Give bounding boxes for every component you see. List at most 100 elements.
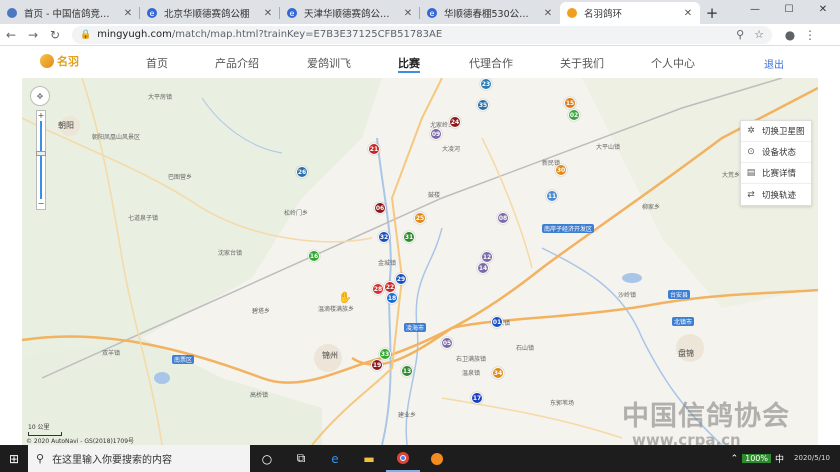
url-path: /match/map.html?trainKey=E7B3E37125CFB51… xyxy=(171,29,443,40)
village-label: 鼓楼 xyxy=(428,192,441,199)
logout-link[interactable]: 退出 xyxy=(764,56,784,71)
village-label: 沈家台镇 xyxy=(218,250,243,257)
tab-close-icon[interactable]: ✕ xyxy=(122,8,134,19)
pigeon-marker[interactable]: 16 xyxy=(308,250,320,262)
pigeon-marker[interactable]: 17 xyxy=(471,392,483,404)
tab-close-icon[interactable]: ✕ xyxy=(402,8,414,19)
switch-track-button[interactable]: ⇄ 切换轨迹 xyxy=(741,184,811,205)
pigeon-marker[interactable]: 33 xyxy=(379,348,391,360)
nav-user-center[interactable]: 个人中心 xyxy=(651,55,695,71)
map-canvas[interactable]: ✥ + − 朝阳 朝阳凤凰山风景区 锦州 凌海市 盘锦 南票区 南岸子经济开发区… xyxy=(22,78,818,445)
pigeon-marker[interactable]: 05 xyxy=(441,337,453,349)
place-beizhen: 北镇市 xyxy=(672,317,695,326)
pigeon-marker[interactable]: 06 xyxy=(374,202,386,214)
pigeon-marker[interactable]: 12 xyxy=(481,251,493,263)
browser-tab-4[interactable]: e 华顺德春棚530公里决赛开 ✕ xyxy=(420,2,560,24)
village-label: 温滴楼满族乡 xyxy=(318,306,355,313)
ie-favicon-icon: e xyxy=(146,7,158,19)
menu-kebab-icon[interactable]: ⋮ xyxy=(800,28,820,42)
browser-tab-3[interactable]: e 天津华顺德赛鸽公棚（春棚） ✕ xyxy=(280,2,420,24)
pigeon-marker[interactable]: 08 xyxy=(497,212,509,224)
pigeon-marker[interactable]: 18 xyxy=(386,292,398,304)
zoom-in-icon[interactable]: + xyxy=(37,112,45,120)
place-chaoyang: 朝阳 xyxy=(58,121,74,130)
place-kaifaqu: 南岸子经济开发区 xyxy=(542,224,595,233)
zoom-out-icon[interactable]: − xyxy=(37,200,45,208)
pigeon-marker[interactable]: 09 xyxy=(430,128,442,140)
device-status-button[interactable]: ⊙ 设备状态 xyxy=(741,142,811,163)
file-explorer-icon[interactable]: ▬ xyxy=(352,445,386,472)
village-label: 东郭苇场 xyxy=(550,400,575,407)
pigeon-marker[interactable]: 34 xyxy=(492,367,504,379)
pigeon-marker[interactable]: 24 xyxy=(449,116,461,128)
zoom-thumb[interactable] xyxy=(36,151,46,156)
browser-tab-2[interactable]: e 北京华顺德赛鸽公棚 ✕ xyxy=(140,2,280,24)
cortana-icon[interactable]: ○ xyxy=(250,445,284,472)
map-pan-icon[interactable]: ✥ xyxy=(30,86,50,106)
terrain-southwest xyxy=(22,338,322,445)
place-taian: 台安县 xyxy=(668,290,691,299)
tab-close-icon[interactable]: ✕ xyxy=(682,8,694,19)
lock-icon[interactable]: 🔒 xyxy=(80,30,91,40)
satellite-toggle-button[interactable]: ✲ 切换卫星图 xyxy=(741,121,811,142)
pigeon-marker[interactable]: 28 xyxy=(372,283,384,295)
new-tab-button[interactable]: + xyxy=(700,2,724,24)
pigeon-marker[interactable]: 19 xyxy=(371,359,383,371)
url-input[interactable]: 🔒 mingyugh.com/match/map.html?trainKey=E… xyxy=(72,25,772,44)
nav-products[interactable]: 产品介绍 xyxy=(215,55,259,71)
match-detail-button[interactable]: ▤ 比赛详情 xyxy=(741,163,811,184)
url-host: mingyugh.com xyxy=(97,29,172,40)
bookmark-star-icon[interactable]: ☆ xyxy=(754,28,764,41)
site-logo[interactable]: 名羽 xyxy=(40,53,79,69)
edge-icon[interactable]: e xyxy=(318,445,352,472)
zoom-search-icon[interactable]: ⚲ xyxy=(736,28,744,41)
task-view-icon[interactable]: ⧉ xyxy=(284,445,318,472)
pigeon-marker[interactable]: 23 xyxy=(480,78,492,90)
windows-start-icon[interactable]: ⊞ xyxy=(0,445,28,472)
app-orange-icon[interactable] xyxy=(420,445,454,472)
nav-match[interactable]: 比赛 xyxy=(398,55,420,73)
browser-tab-1[interactable]: 首页 - 中国信鸽竞翔网 ✕ xyxy=(0,2,140,24)
chrome-icon[interactable] xyxy=(386,445,420,472)
pigeon-marker[interactable]: 02 xyxy=(568,109,580,121)
map-zoom-slider[interactable]: + − xyxy=(36,110,46,210)
pigeon-marker[interactable]: 01 xyxy=(491,316,503,328)
pigeon-marker[interactable]: 15 xyxy=(564,97,576,109)
pigeon-marker[interactable]: 32 xyxy=(378,231,390,243)
pigeon-marker[interactable]: 13 xyxy=(401,365,413,377)
pigeon-marker[interactable]: 31 xyxy=(403,231,415,243)
browser-tab-5-active[interactable]: 名羽鸽环 ✕ xyxy=(560,2,700,24)
maximize-button[interactable]: ☐ xyxy=(772,0,806,20)
minimize-button[interactable]: — xyxy=(738,0,772,20)
pigeon-marker[interactable]: 30 xyxy=(555,164,567,176)
clock-date[interactable]: 2020/5/10 xyxy=(784,454,840,463)
pigeon-marker[interactable]: 35 xyxy=(477,99,489,111)
tray-up-icon[interactable]: ⌃ xyxy=(731,454,739,464)
taskbar-search-input[interactable]: ⚲ 在这里输入你要搜索的内容 xyxy=(28,445,250,472)
forward-arrow-icon[interactable]: → xyxy=(22,28,44,42)
nav-about[interactable]: 关于我们 xyxy=(560,55,604,71)
svg-text:e: e xyxy=(150,9,155,18)
pigeon-marker[interactable]: 14 xyxy=(477,262,489,274)
nav-agency[interactable]: 代理合作 xyxy=(469,55,513,71)
tab-title: 天津华顺德赛鸽公棚（春棚） xyxy=(304,9,398,20)
nav-home[interactable]: 首页 xyxy=(146,55,168,71)
reload-icon[interactable]: ↻ xyxy=(44,28,66,42)
back-arrow-icon[interactable]: ← xyxy=(0,28,22,42)
ime-indicator[interactable]: 中 xyxy=(775,452,784,465)
pigeon-marker[interactable]: 11 xyxy=(546,190,558,202)
logo-disc-icon xyxy=(40,54,54,68)
nav-training[interactable]: 爱鸽训飞 xyxy=(307,55,351,71)
village-label: 柳家乡 xyxy=(642,204,661,211)
pigeon-marker[interactable]: 21 xyxy=(368,143,380,155)
pigeon-marker[interactable]: 29 xyxy=(395,273,407,285)
tab-close-icon[interactable]: ✕ xyxy=(262,8,274,19)
tab-close-icon[interactable]: ✕ xyxy=(542,8,554,19)
pigeon-marker[interactable]: 26 xyxy=(296,166,308,178)
close-window-button[interactable]: ✕ xyxy=(806,0,840,20)
battery-indicator[interactable]: 100% xyxy=(742,454,771,463)
profile-avatar-icon[interactable]: ● xyxy=(780,28,800,42)
village-label: 沙岭镇 xyxy=(618,292,637,299)
browser-tab-strip: 首页 - 中国信鸽竞翔网 ✕ e 北京华顺德赛鸽公棚 ✕ e 天津华顺德赛鸽公棚… xyxy=(0,0,840,24)
pigeon-marker[interactable]: 25 xyxy=(414,212,426,224)
